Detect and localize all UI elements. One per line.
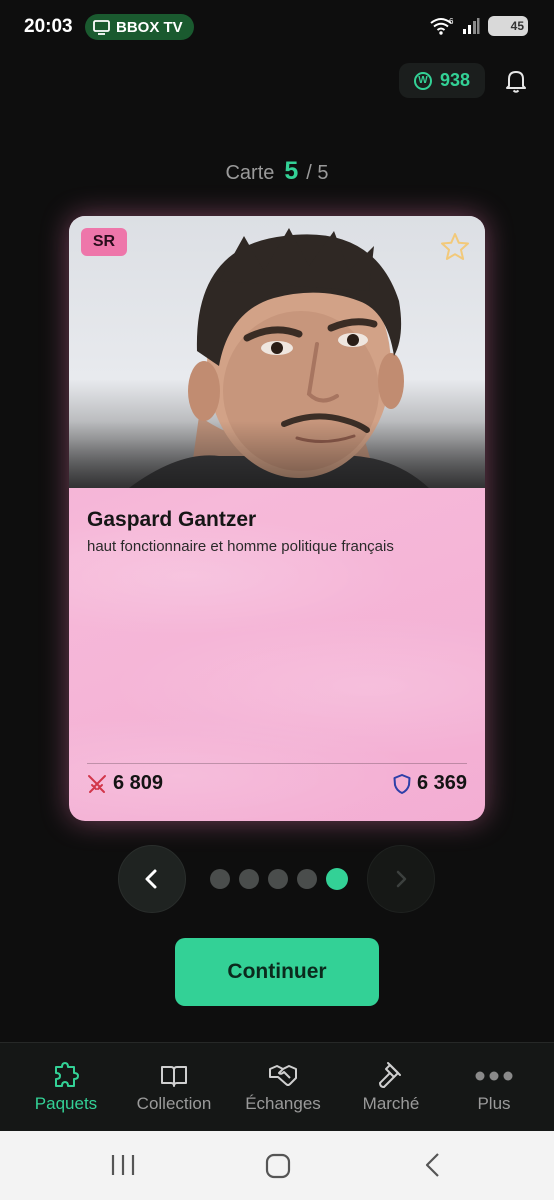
book-icon	[161, 1066, 187, 1087]
tv-icon	[93, 19, 110, 35]
counter-current: 5	[284, 157, 299, 185]
handshake-icon	[269, 1065, 297, 1086]
pager-dot[interactable]	[268, 869, 288, 889]
tab-label: Échanges	[245, 1094, 321, 1113]
coin-icon: W	[413, 71, 432, 90]
shield-icon	[393, 773, 411, 794]
favorite-button[interactable]	[440, 232, 470, 267]
bottom-navigation: Paquets Collection Échanges Marché Plus	[0, 1042, 554, 1131]
card-divider	[87, 763, 467, 764]
defense-value: 6 369	[416, 772, 467, 794]
battery-level: 45	[510, 19, 524, 33]
system-navigation-bar	[0, 1131, 554, 1200]
coin-balance[interactable]: W 938	[399, 63, 485, 98]
coin-count: 938	[439, 70, 471, 90]
rarity-badge: SR	[81, 228, 127, 256]
tab-plus[interactable]: Plus	[439, 1043, 549, 1132]
tab-label: Marché	[362, 1094, 420, 1113]
back-button[interactable]	[422, 1152, 444, 1178]
pager-dot[interactable]	[239, 869, 259, 889]
card-counter: Carte 5 / 5	[0, 157, 554, 186]
tab-marche[interactable]: Marché	[336, 1043, 446, 1132]
pager-dots	[210, 868, 348, 890]
wifi-badge: 6	[449, 17, 454, 26]
card-name: Gaspard Gantzer	[87, 508, 257, 531]
more-dots-icon	[475, 1071, 513, 1081]
tab-collection[interactable]: Collection	[119, 1043, 229, 1132]
crossed-swords-icon	[88, 774, 106, 793]
notifications-button[interactable]	[503, 68, 529, 99]
star-icon	[441, 233, 469, 260]
defense-stat: 6 369	[393, 772, 467, 795]
recent-apps-button[interactable]	[110, 1153, 136, 1177]
battery-indicator: 45	[488, 16, 528, 36]
bell-icon	[506, 71, 526, 93]
wifi-icon: 6	[430, 17, 454, 35]
tab-paquets[interactable]: Paquets	[11, 1043, 121, 1132]
previous-card-button[interactable]	[118, 845, 186, 913]
tab-label: Paquets	[34, 1094, 98, 1113]
status-bar: 20:03 BBOX TV 6 45	[0, 0, 554, 54]
tab-echanges[interactable]: Échanges	[228, 1043, 338, 1132]
puzzle-icon	[55, 1062, 79, 1087]
tab-label: Collection	[136, 1094, 212, 1113]
continue-button[interactable]: Continuer	[175, 938, 379, 1006]
system-status-icons: 6 45	[430, 16, 528, 36]
portrait-image	[69, 228, 485, 488]
next-card-button[interactable]	[367, 845, 435, 913]
attack-stat: 6 809	[87, 772, 163, 795]
pager-dot[interactable]	[297, 869, 317, 889]
pager-dot-active[interactable]	[326, 868, 348, 890]
gavel-icon	[379, 1062, 401, 1088]
chevron-left-icon	[145, 869, 157, 889]
home-button[interactable]	[265, 1153, 291, 1179]
cast-indicator[interactable]: BBOX TV	[85, 14, 194, 40]
player-card[interactable]: SR Gaspard Gantzer haut fonctionnaire et…	[69, 216, 485, 821]
counter-total: / 5	[306, 162, 329, 184]
attack-value: 6 809	[113, 772, 164, 794]
chevron-right-icon	[396, 870, 407, 888]
counter-label: Carte	[225, 162, 275, 184]
cast-label: BBOX TV	[116, 18, 183, 36]
signal-icon	[463, 18, 480, 34]
card-portrait	[69, 216, 485, 488]
pager-dot[interactable]	[210, 869, 230, 889]
status-time: 20:03	[24, 16, 73, 37]
card-description: haut fonctionnaire et homme politique fr…	[87, 538, 394, 555]
tab-label: Plus	[477, 1094, 511, 1113]
